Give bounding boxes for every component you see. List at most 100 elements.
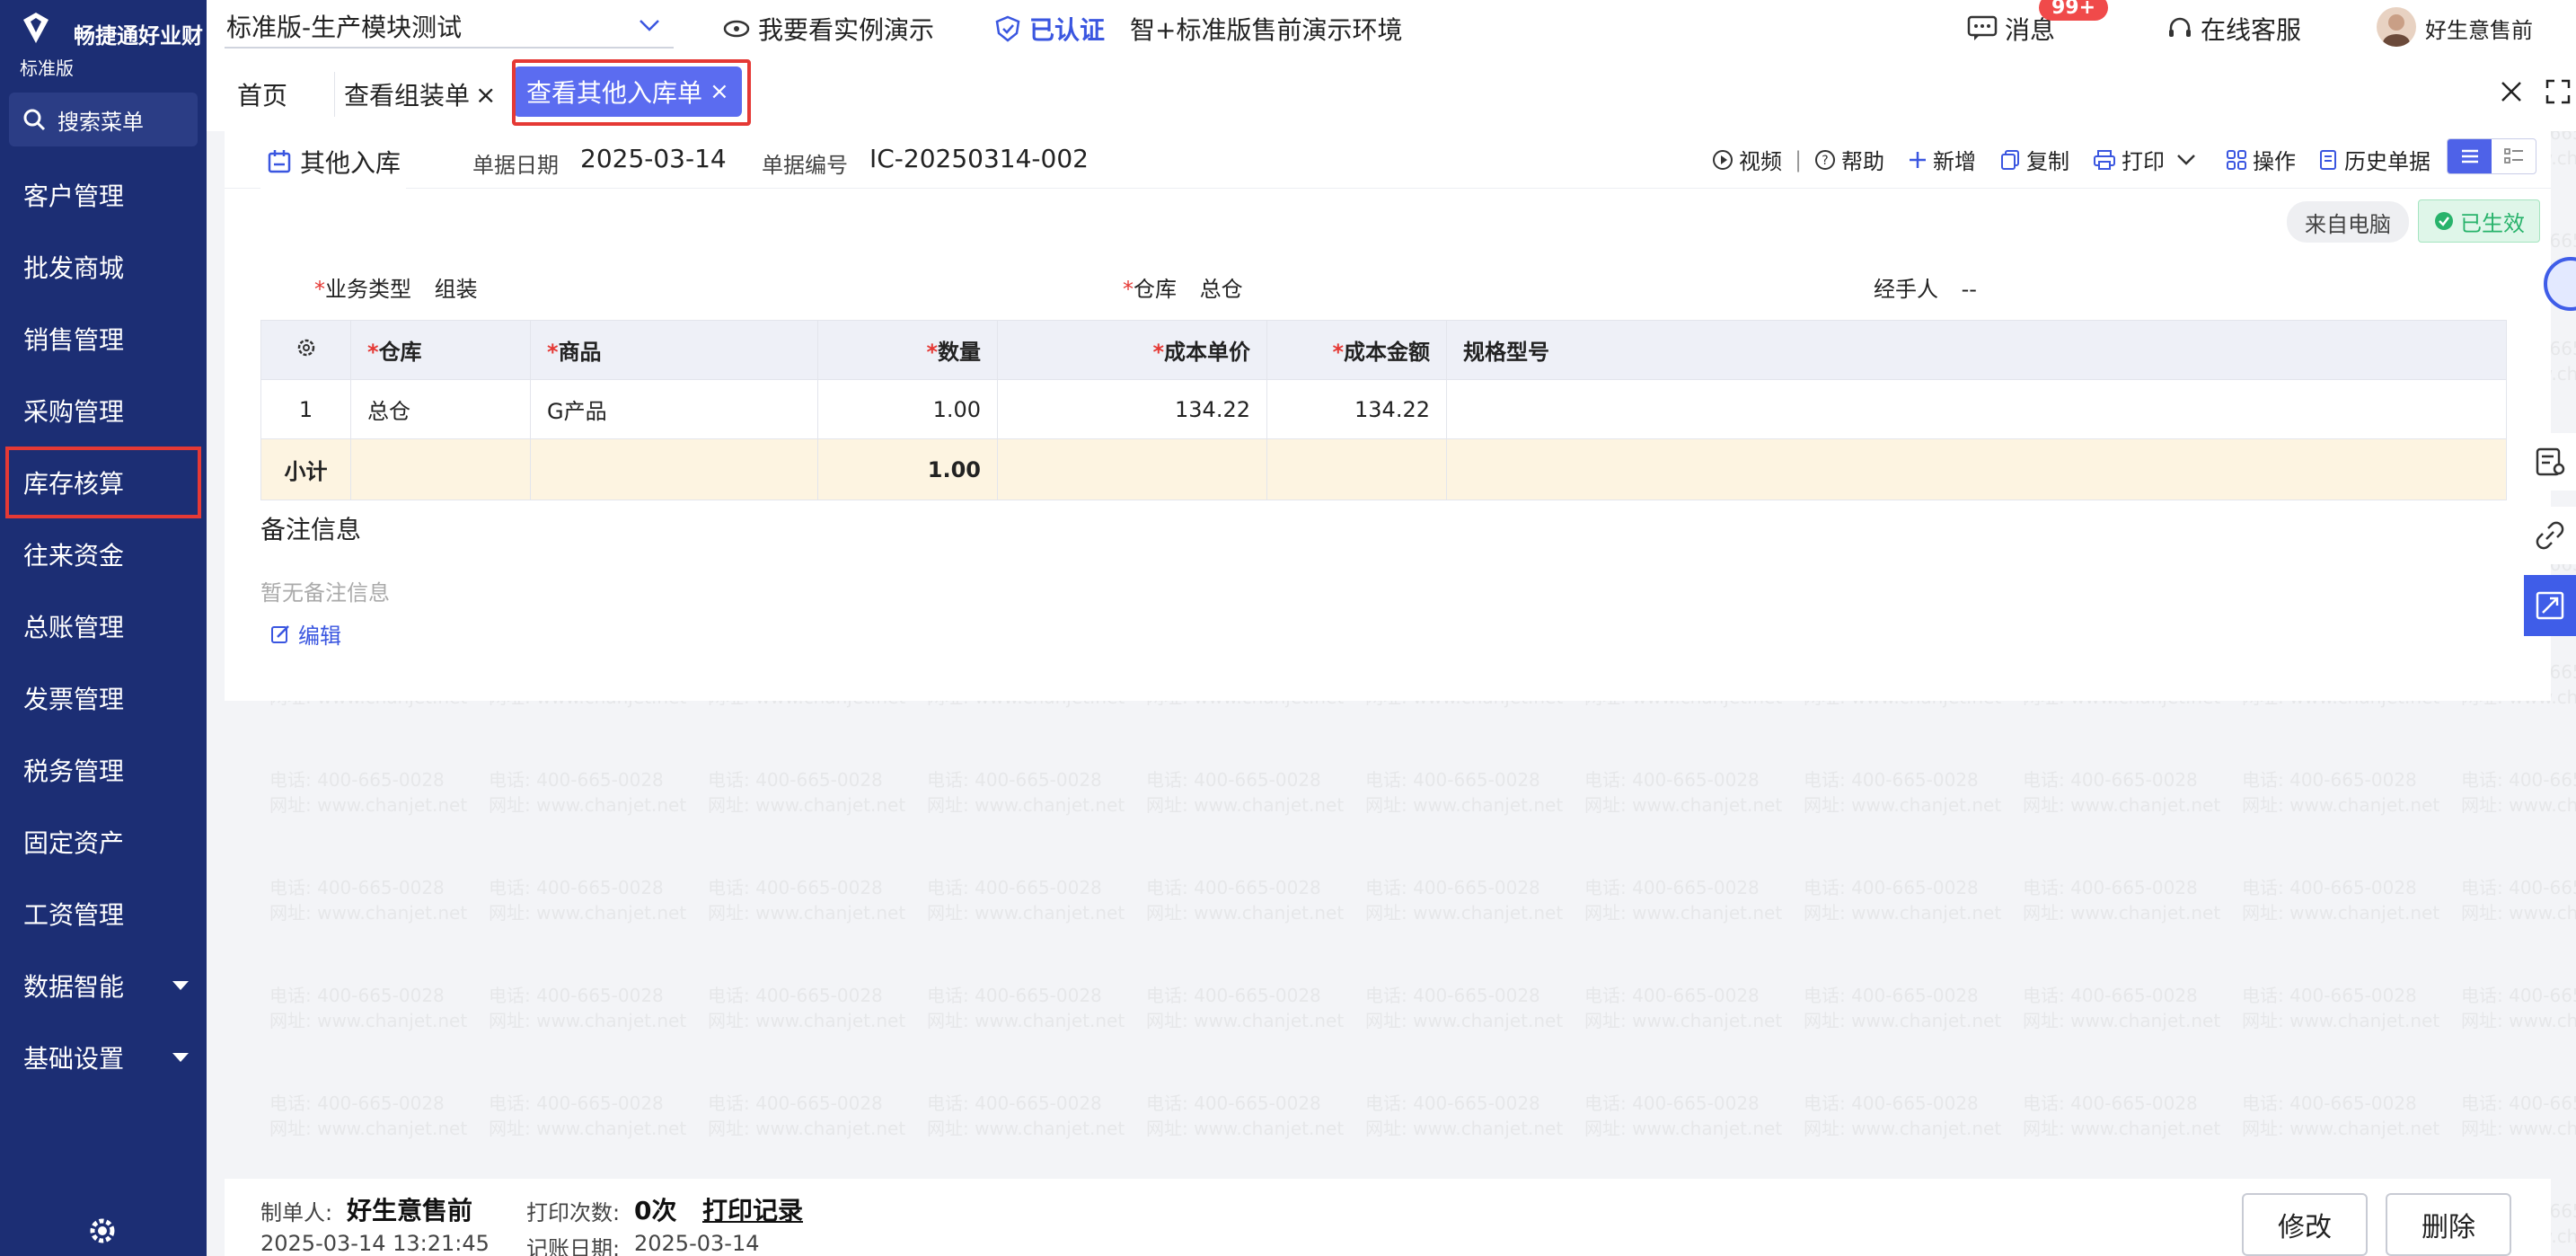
doc-type-label: 其他入库 bbox=[300, 148, 401, 178]
doc-tools-button[interactable] bbox=[2524, 433, 2576, 491]
subtotal-qty: 1.00 bbox=[817, 438, 998, 500]
cell-warehouse: 总仓 bbox=[350, 379, 531, 439]
edit-button[interactable]: 修改 bbox=[2242, 1193, 2368, 1256]
add-label: 新增 bbox=[1933, 149, 1976, 174]
user-name[interactable]: 好生意售前 bbox=[2425, 13, 2533, 44]
watermark-text: 电话: 400-665-0028网址: www.chanjet.net bbox=[2461, 769, 2576, 816]
post-date-label: 记账日期: bbox=[526, 1236, 621, 1256]
copy-button[interactable]: 复制 bbox=[1999, 144, 2069, 175]
sidebar-item-inventory[interactable]: 库存核算 bbox=[5, 447, 201, 518]
watermark-text: 电话: 400-665-0028网址: www.chanjet.net bbox=[1365, 877, 1564, 924]
chevron-down-icon[interactable] bbox=[2175, 153, 2197, 167]
gear-icon[interactable] bbox=[86, 1215, 119, 1247]
tab-home[interactable]: 首页 bbox=[237, 72, 287, 117]
help-button[interactable]: ? 帮助 bbox=[1814, 144, 1884, 175]
sidebar-item-tax[interactable]: 税务管理 bbox=[0, 734, 207, 806]
print-log-link[interactable]: 打印记录 bbox=[702, 1191, 803, 1227]
status-badge: 已生效 bbox=[2418, 199, 2540, 243]
col-amount: *成本金额 bbox=[1266, 320, 1447, 380]
watermark-text: 电话: 400-665-0028网址: www.chanjet.net bbox=[2023, 769, 2221, 816]
watermark-text: 电话: 400-665-0028网址: www.chanjet.net bbox=[2242, 1092, 2440, 1139]
chevron-down-icon bbox=[640, 20, 659, 31]
demo-link[interactable]: 我要看实例演示 bbox=[722, 11, 934, 47]
watermark-text: 电话: 400-665-0028网址: www.chanjet.net bbox=[927, 1092, 1125, 1139]
avatar[interactable] bbox=[2377, 7, 2416, 47]
tab-assembly[interactable]: 查看组装单 × bbox=[334, 72, 496, 117]
tabs-bar: 首页 查看组装单 × 查看其他入库单 × bbox=[207, 56, 2576, 131]
sidebar-item-label: 总账管理 bbox=[23, 613, 125, 642]
sidebar-item-purchase[interactable]: 采购管理 bbox=[0, 375, 207, 447]
doc-type-tab[interactable]: 其他入库 bbox=[260, 144, 407, 190]
sidebar-item-label: 工资管理 bbox=[23, 900, 125, 930]
sidebar-item-label: 销售管理 bbox=[23, 325, 125, 355]
print-button[interactable]: 打印 bbox=[2093, 144, 2202, 175]
subtotal-empty bbox=[1446, 438, 2507, 500]
watermark-text: 电话: 400-665-0028网址: www.chanjet.net bbox=[1804, 877, 2002, 924]
cell-spec bbox=[1446, 379, 2507, 439]
watermark-text: 电话: 400-665-0028网址: www.chanjet.net bbox=[2242, 769, 2440, 816]
print-count-label: 打印次数: bbox=[526, 1200, 621, 1225]
sidebar-item-payroll[interactable]: 工资管理 bbox=[0, 878, 207, 950]
user-avatar-icon bbox=[2383, 14, 2410, 47]
operations-button[interactable]: 操作 bbox=[2226, 144, 2296, 175]
biz-type-value: 组装 bbox=[434, 277, 478, 302]
delete-button[interactable]: 删除 bbox=[2386, 1193, 2511, 1256]
subtotal-empty bbox=[1266, 438, 1447, 500]
sidebar-item-data-intel[interactable]: 数据智能 bbox=[0, 950, 207, 1022]
brand: 畅捷通好业财 标准版 bbox=[18, 11, 207, 79]
headset-icon bbox=[2169, 17, 2191, 37]
support-button[interactable]: 在线客服 bbox=[2166, 11, 2301, 47]
expand-button[interactable] bbox=[2524, 575, 2576, 636]
sidebar-item-label: 数据智能 bbox=[23, 972, 125, 1002]
col-label: 规格型号 bbox=[1463, 340, 1549, 365]
print-label: 打印 bbox=[2122, 149, 2165, 174]
close-icon[interactable]: × bbox=[475, 80, 496, 110]
list-view-button[interactable] bbox=[2448, 139, 2492, 173]
cell-product: G产品 bbox=[530, 379, 818, 439]
sidebar-item-wholesale[interactable]: 批发商城 bbox=[0, 231, 207, 303]
col-label: 成本金额 bbox=[1344, 340, 1430, 365]
post-date-value: 2025-03-14 bbox=[634, 1231, 760, 1256]
sidebar-item-label: 税务管理 bbox=[23, 756, 125, 786]
sidebar-item-fixed-assets[interactable]: 固定资产 bbox=[0, 806, 207, 878]
video-button[interactable]: 视频 | bbox=[1712, 144, 1802, 175]
date-value: 2025-03-14 bbox=[580, 144, 727, 173]
watermark-text: 电话: 400-665-0028网址: www.chanjet.net bbox=[1804, 769, 2002, 816]
notes-edit-label: 编辑 bbox=[298, 624, 341, 649]
video-label: 视频 bbox=[1739, 149, 1782, 174]
sidebar-item-basic-settings[interactable]: 基础设置 bbox=[0, 1022, 207, 1093]
doc-no-label: 单据编号 bbox=[762, 153, 848, 178]
history-button[interactable]: 历史单据 bbox=[2317, 144, 2430, 175]
search-menu-button[interactable]: 搜索菜单 bbox=[9, 93, 198, 146]
watermark-text: 电话: 400-665-0028网址: www.chanjet.net bbox=[927, 769, 1125, 816]
tab-label: 查看其他入库单 bbox=[526, 78, 703, 108]
table-row[interactable]: 1 总仓 G产品 1.00 134.22 134.22 bbox=[260, 379, 2507, 439]
tab-other-inbound[interactable]: 查看其他入库单 × bbox=[514, 66, 742, 117]
caret-down-icon bbox=[172, 1053, 189, 1062]
column-settings[interactable] bbox=[260, 320, 351, 380]
fullscreen-icon[interactable] bbox=[2542, 75, 2574, 108]
subtotal-label: 小计 bbox=[260, 438, 351, 500]
required-mark: * bbox=[314, 277, 325, 302]
watermark-text: 电话: 400-665-0028网址: www.chanjet.net bbox=[1146, 769, 1345, 816]
notes-edit-button[interactable]: 编辑 bbox=[269, 618, 341, 650]
close-icon[interactable] bbox=[2495, 75, 2527, 108]
watermark-text: 电话: 400-665-0028网址: www.chanjet.net bbox=[489, 877, 687, 924]
watermark-text: 电话: 400-665-0028网址: www.chanjet.net bbox=[1584, 1092, 1783, 1139]
sidebar-item-funds[interactable]: 往来资金 bbox=[0, 518, 207, 590]
attachment-button[interactable] bbox=[2524, 507, 2576, 564]
sidebar-item-ledger[interactable]: 总账管理 bbox=[0, 590, 207, 662]
close-icon[interactable]: × bbox=[710, 78, 729, 105]
source-tag: 来自电脑 bbox=[2287, 201, 2409, 243]
add-button[interactable]: 新增 bbox=[1908, 144, 1976, 175]
detail-view-button[interactable] bbox=[2492, 139, 2536, 173]
cell-qty: 1.00 bbox=[817, 379, 998, 439]
account-select[interactable]: 标准版-生产模块测试 bbox=[225, 5, 674, 49]
warehouse-value: 总仓 bbox=[1199, 277, 1243, 302]
sidebar-item-invoice[interactable]: 发票管理 bbox=[0, 662, 207, 734]
watermark-text: 电话: 400-665-0028网址: www.chanjet.net bbox=[1365, 1092, 1564, 1139]
demo-link-label: 我要看实例演示 bbox=[758, 15, 935, 45]
sidebar-item-sales[interactable]: 销售管理 bbox=[0, 303, 207, 375]
sidebar-item-customers[interactable]: 客户管理 bbox=[0, 159, 207, 231]
env-name: 智+标准版售前演示环境 bbox=[1130, 11, 1402, 47]
